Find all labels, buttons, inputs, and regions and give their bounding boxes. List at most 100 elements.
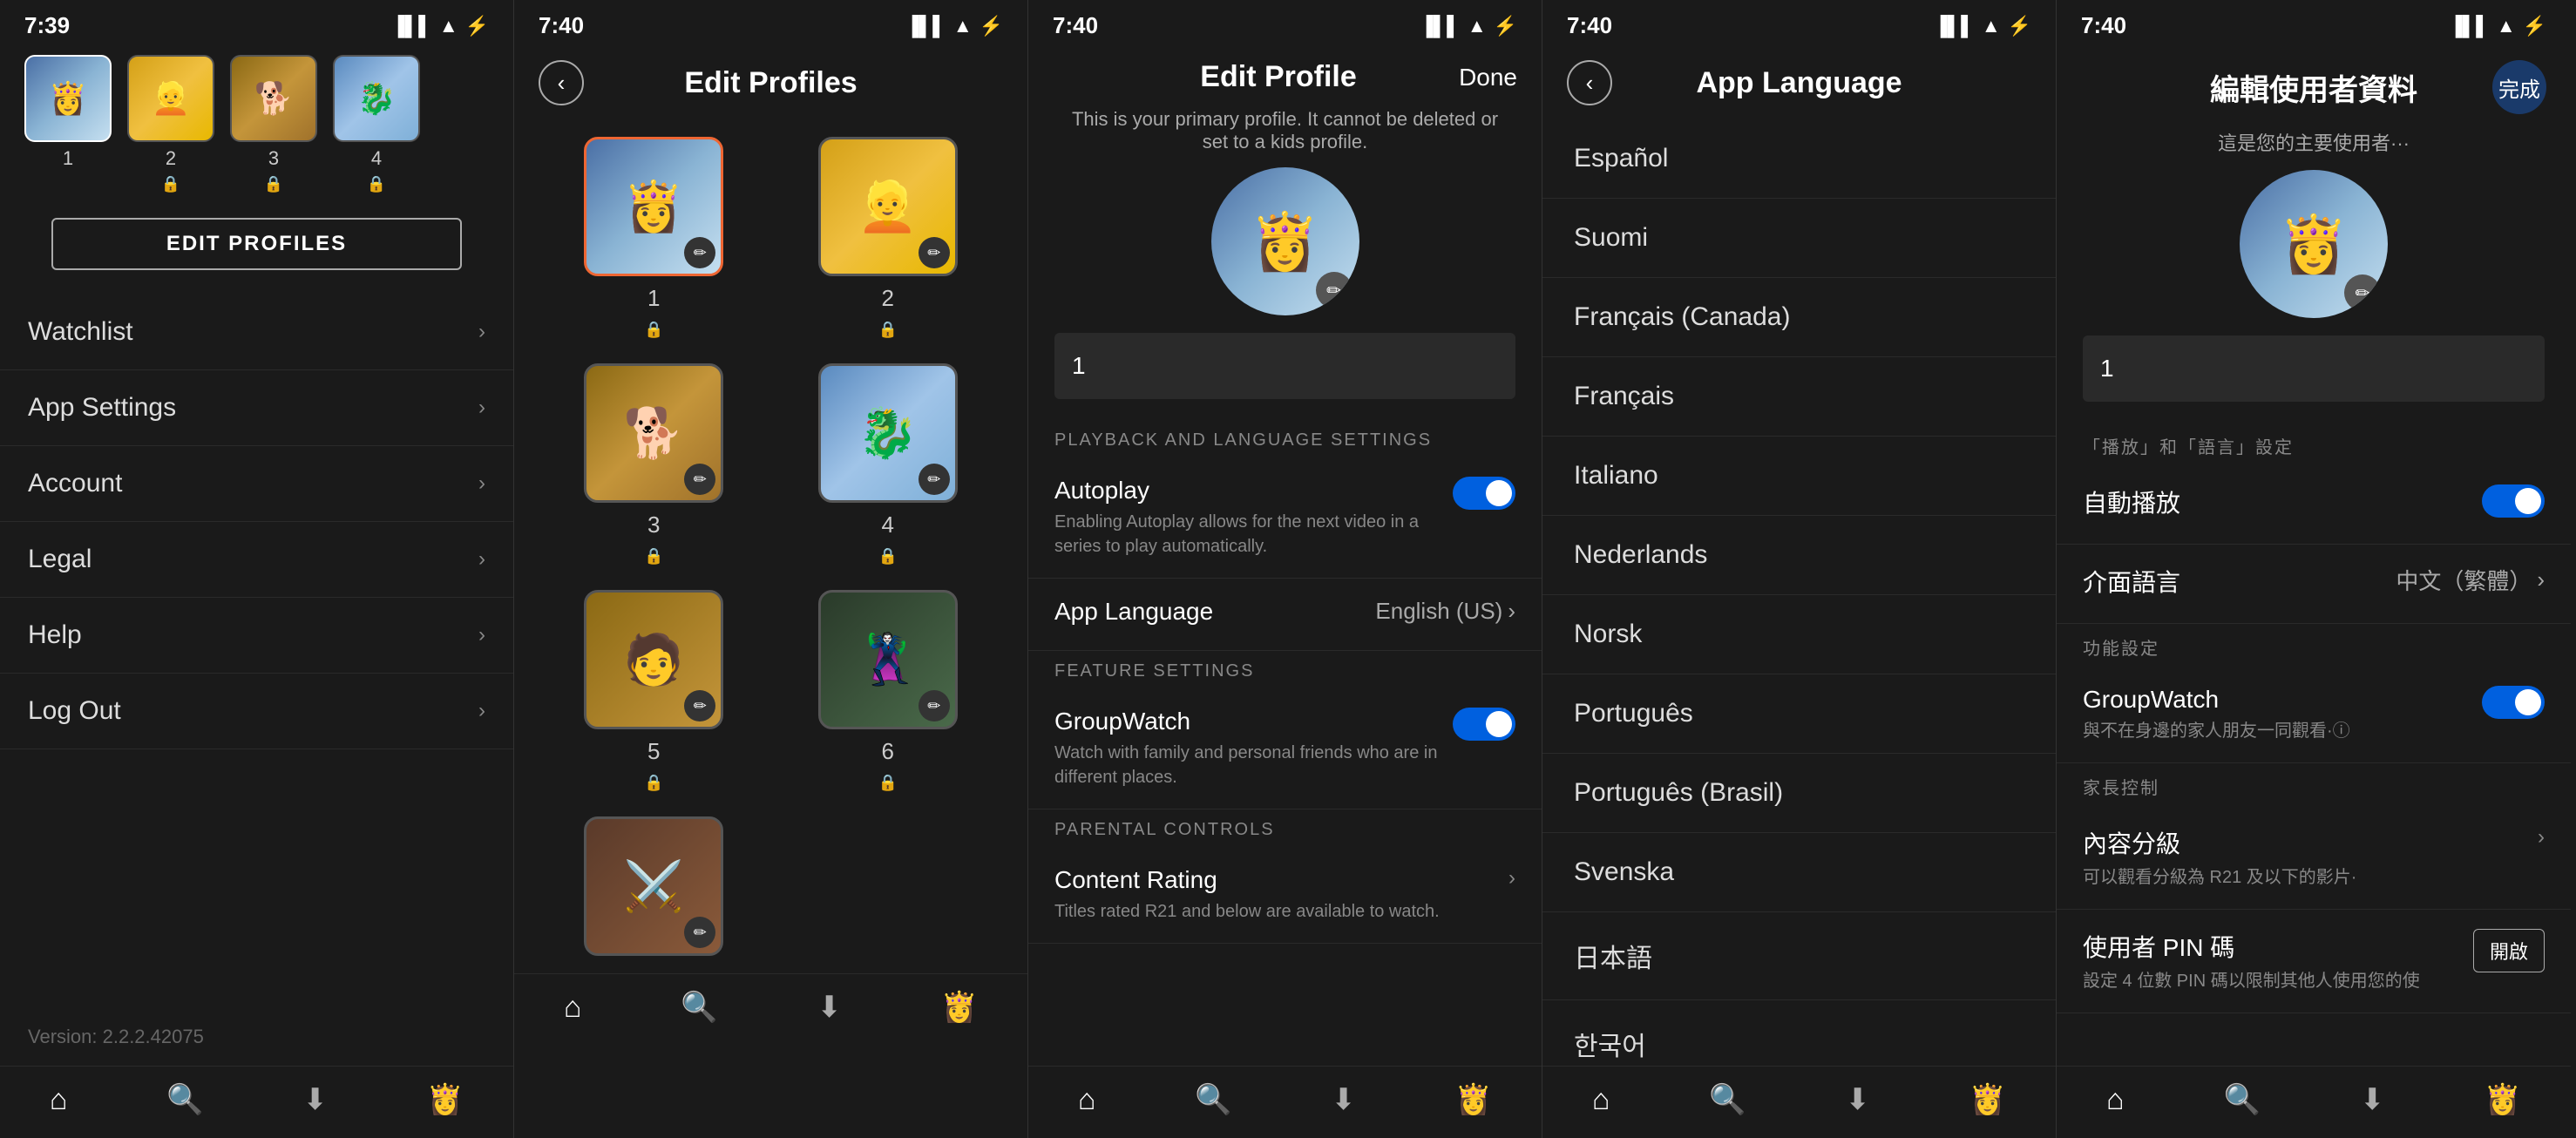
autoplay-row: Autoplay Enabling Autoplay allows for th… [1028, 457, 1542, 579]
download-nav-icon[interactable]: ⬇ [302, 1082, 328, 1117]
profile-edit-avatar-6[interactable]: 🦹 ✏ [818, 590, 958, 729]
app-language-value: English (US) › [1375, 598, 1515, 625]
profile-edit-2[interactable]: 👱 ✏ 2 🔒 [783, 137, 993, 339]
profile-edit-avatar-4[interactable]: 🐉 ✏ [818, 363, 958, 503]
signal-icon-5: ▐▌▌ [2449, 15, 2490, 37]
home-nav-icon[interactable]: ⌂ [50, 1083, 68, 1117]
panel4-title: App Language [1696, 66, 1901, 100]
profile-edit-avatar-3[interactable]: 🐕 ✏ [584, 363, 723, 503]
lang-korean[interactable]: 한국어 [1542, 1000, 2056, 1066]
autoplay-toggle-5[interactable] [2482, 484, 2545, 518]
lang-nl[interactable]: Nederlands [1542, 516, 2056, 595]
search-nav-icon-4[interactable]: 🔍 [1709, 1082, 1746, 1117]
autoplay-toggle[interactable] [1453, 477, 1515, 510]
search-nav-icon-2[interactable]: 🔍 [681, 990, 717, 1025]
avatar-3[interactable]: 🐕 [230, 55, 317, 142]
lang-italiano[interactable]: Italiano [1542, 437, 2056, 516]
profile-edit-3[interactable]: 🐕 ✏ 3 🔒 [549, 363, 759, 566]
profile-nav-icon-5[interactable]: 👸 [2484, 1082, 2521, 1117]
menu-item-help[interactable]: Help › [0, 598, 513, 674]
home-nav-icon-4[interactable]: ⌂ [1592, 1083, 1610, 1117]
chevron-language: › [1508, 598, 1515, 625]
lang-svenska[interactable]: Svenska [1542, 833, 2056, 912]
profile-edit-avatar-7[interactable]: ⚔️ ✏ [584, 816, 723, 956]
avatar-4[interactable]: 🐉 [333, 55, 420, 142]
profile-nav-icon-2[interactable]: 👸 [941, 990, 978, 1025]
search-nav-icon[interactable]: 🔍 [166, 1082, 203, 1117]
content-rating-row-5[interactable]: 內容分級 可以觀看分級為 R21 及以下的影片· › [2057, 806, 2571, 910]
avatar-edit-badge: ✏ [1316, 272, 1352, 308]
lang-norsk[interactable]: Norsk [1542, 595, 2056, 674]
profile-edit-5[interactable]: 🧑 ✏ 5 🔒 [549, 590, 759, 792]
lang-pt[interactable]: Português [1542, 674, 2056, 754]
pin-action-button-5[interactable]: 開啟 [2473, 929, 2545, 972]
profile-avatar-3[interactable]: 🐕 3 🔒 [230, 55, 317, 193]
name-input-5[interactable] [2083, 335, 2545, 402]
done-button-3[interactable]: Done [1459, 64, 1517, 91]
profile-avatar-2[interactable]: 👱 2 🔒 [127, 55, 214, 193]
profile-edit-1[interactable]: 👸 ✏ 1 🔒 [549, 137, 759, 339]
profile-nav-icon-4[interactable]: 👸 [1969, 1082, 2006, 1117]
groupwatch-toggle[interactable] [1453, 708, 1515, 741]
lang-suomi[interactable]: Suomi [1542, 199, 2056, 278]
download-nav-icon-2[interactable]: ⬇ [817, 990, 842, 1025]
home-nav-icon-5[interactable]: ⌂ [2106, 1083, 2125, 1117]
chevron-language-5: › [2537, 566, 2545, 593]
profile-num-4: 4 [371, 147, 382, 170]
back-button-2[interactable]: ‹ [539, 60, 584, 105]
lang-pt-br[interactable]: Português (Brasil) [1542, 754, 2056, 833]
app-language-row-5[interactable]: 介面語言 中文（繁體） › [2057, 545, 2571, 624]
menu-item-watchlist[interactable]: Watchlist › [0, 295, 513, 370]
profile-edit-avatar-2[interactable]: 👱 ✏ [818, 137, 958, 276]
lang-fr[interactable]: Français [1542, 357, 2056, 437]
chevron-rating-5: › [2538, 825, 2545, 850]
watchlist-label: Watchlist [28, 317, 133, 347]
groupwatch-toggle-5[interactable] [2482, 686, 2545, 719]
menu-item-legal[interactable]: Legal › [0, 522, 513, 598]
lang-japanese[interactable]: 日本語 [1542, 912, 2056, 1000]
app-language-row[interactable]: App Language English (US) › [1028, 579, 1542, 651]
profile-nav-icon-3[interactable]: 👸 [1455, 1082, 1492, 1117]
playback-section-label-5: 「播放」和「語言」設定 [2057, 423, 2571, 465]
bottom-nav-5: ⌂ 🔍 ⬇ 👸 [2057, 1066, 2571, 1138]
content-rating-row[interactable]: Content Rating Titles rated R21 and belo… [1028, 847, 1542, 944]
edit-profiles-button[interactable]: EDIT PROFILES [51, 218, 462, 270]
profile-edit-avatar-1[interactable]: 👸 ✏ [584, 137, 723, 276]
lang-espanol[interactable]: Español [1542, 119, 2056, 199]
done-button-5[interactable]: 完成 [2492, 60, 2546, 114]
avatar-2[interactable]: 👱 [127, 55, 214, 142]
profile-edit-4[interactable]: 🐉 ✏ 4 🔒 [783, 363, 993, 566]
status-icons-5: ▐▌▌ ▲ ⚡ [2449, 15, 2546, 37]
profile-edit-6[interactable]: 🦹 ✏ 6 🔒 [783, 590, 993, 792]
download-nav-icon-5[interactable]: ⬇ [2360, 1082, 2385, 1117]
avatar-1[interactable]: 👸 [24, 55, 112, 142]
menu-item-account[interactable]: Account › [0, 446, 513, 522]
lock-2-2: 🔒 [878, 321, 898, 339]
search-nav-icon-3[interactable]: 🔍 [1195, 1082, 1231, 1117]
menu-item-appsettings[interactable]: App Settings › [0, 370, 513, 446]
home-nav-icon-2[interactable]: ⌂ [564, 991, 582, 1025]
groupwatch-row-5: GroupWatch 與不在身邊的家人朋友一同觀看·ⓘ [2057, 667, 2571, 763]
profile-edit-avatar-5[interactable]: 🧑 ✏ [584, 590, 723, 729]
big-avatar-5[interactable]: 👸 ✏ [2240, 170, 2388, 318]
big-avatar-3[interactable]: 👸 ✏ [1211, 167, 1359, 315]
name-input-3[interactable] [1054, 333, 1515, 399]
home-nav-icon-3[interactable]: ⌂ [1078, 1083, 1096, 1117]
profile-avatar-4[interactable]: 🐉 4 🔒 [333, 55, 420, 193]
profile-nav-icon[interactable]: 👸 [427, 1082, 464, 1117]
back-button-4[interactable]: ‹ [1567, 60, 1612, 105]
profile-avatar-1[interactable]: 👸 1 [24, 55, 112, 193]
search-nav-icon-5[interactable]: 🔍 [2224, 1082, 2261, 1117]
panel-app-language: 7:40 ▐▌▌ ▲ ⚡ ‹ App Language Español Suom… [1542, 0, 2057, 1138]
battery-icon-3: ⚡ [1494, 15, 1517, 37]
playback-section-label: PLAYBACK AND LANGUAGE SETTINGS [1028, 420, 1542, 457]
profiles-grid: 👸 ✏ 1 🔒 👱 ✏ 2 🔒 🐕 ✏ 3 🔒 🐉 ✏ [514, 119, 1027, 973]
menu-item-logout[interactable]: Log Out › [0, 674, 513, 749]
status-icons-2: ▐▌▌ ▲ ⚡ [905, 15, 1003, 37]
download-nav-icon-4[interactable]: ⬇ [1845, 1082, 1870, 1117]
wifi-icon-4: ▲ [1982, 15, 2001, 37]
download-nav-icon-3[interactable]: ⬇ [1331, 1082, 1356, 1117]
profile-edit-7[interactable]: ⚔️ ✏ [549, 816, 759, 956]
lang-fr-ca[interactable]: Français (Canada) [1542, 278, 2056, 357]
groupwatch-desc: Watch with family and personal friends w… [1054, 741, 1439, 789]
